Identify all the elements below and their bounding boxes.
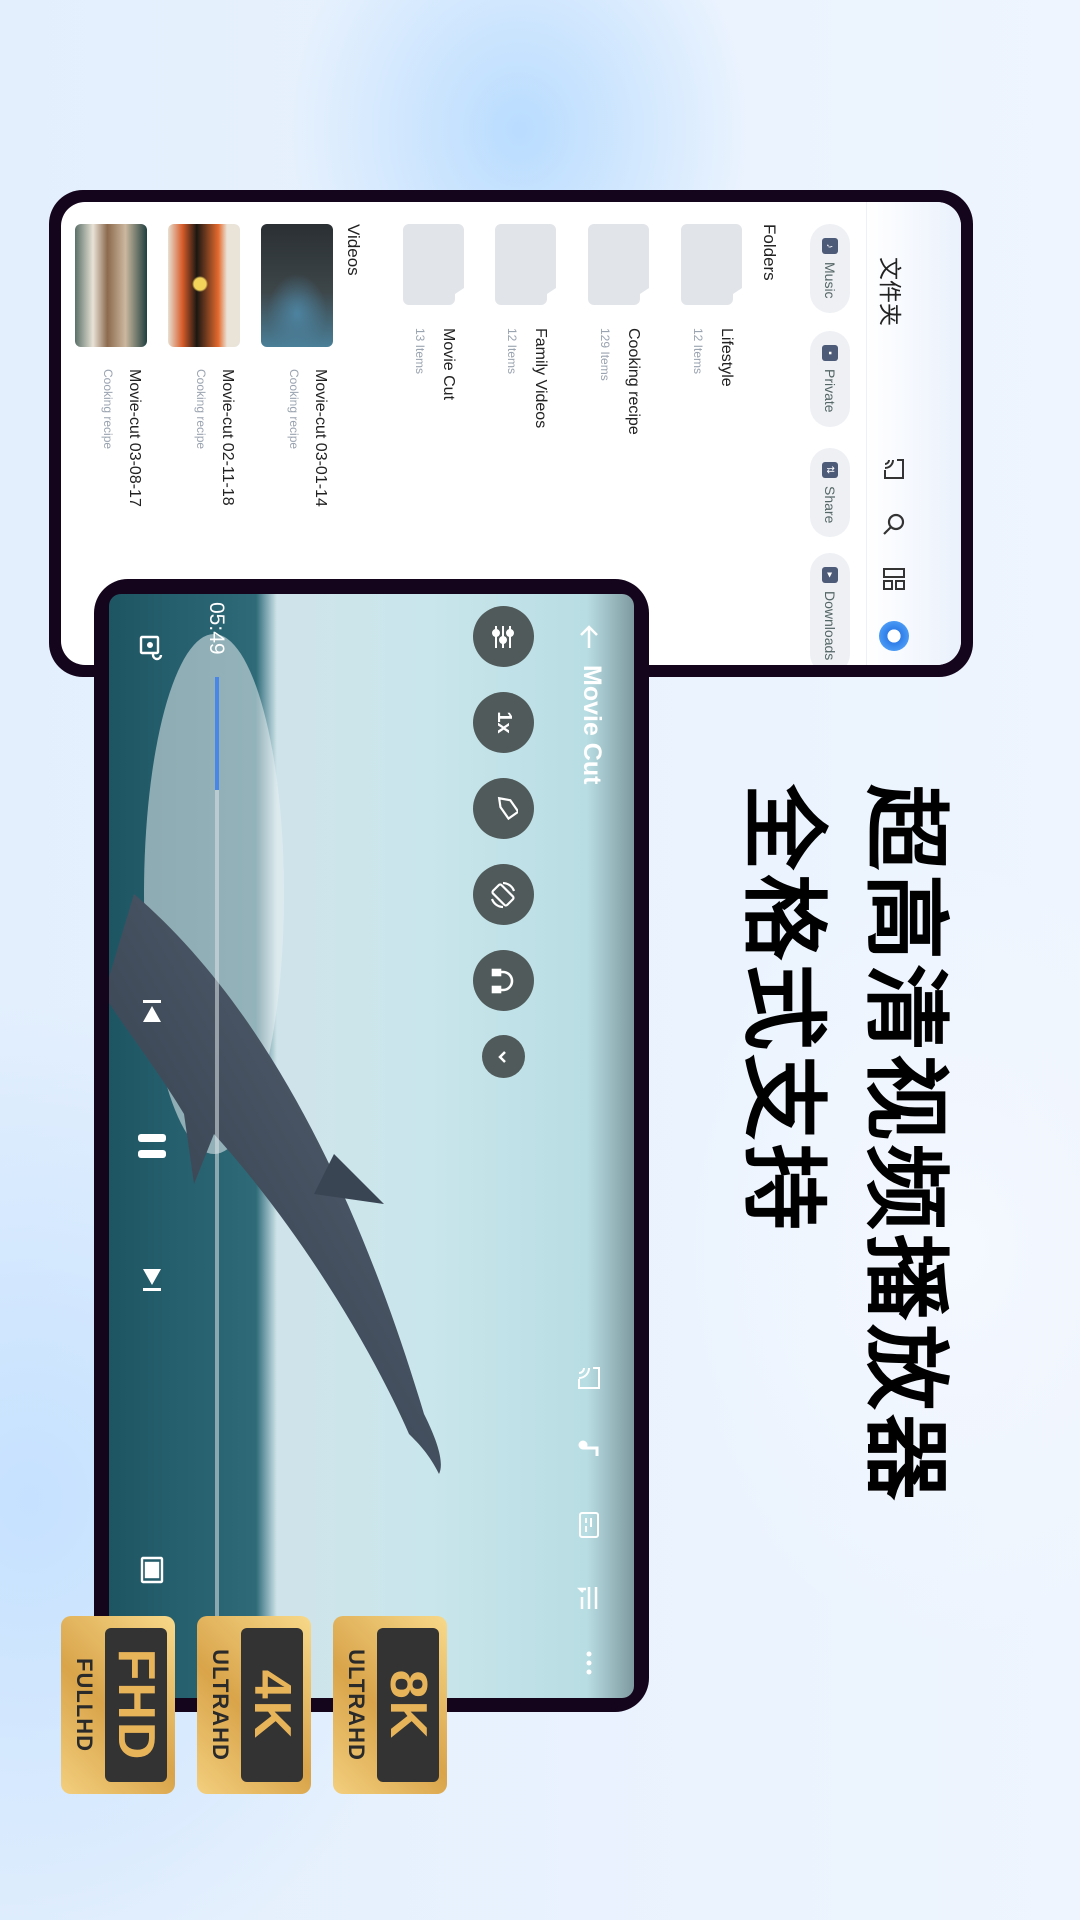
equalizer-icon: [492, 625, 515, 648]
badge-big: FHD: [105, 1628, 167, 1782]
badge-big: 8K: [377, 1628, 439, 1782]
expand-button[interactable]: [482, 1035, 525, 1078]
videos-heading: Videos: [344, 224, 363, 276]
previous-icon[interactable]: [137, 996, 167, 1026]
headline-line-2: 全格式支持: [733, 784, 833, 1234]
folder-name: Family Videos: [532, 328, 549, 429]
progress-bar[interactable]: [215, 677, 219, 1616]
music-icon: ♪: [822, 238, 838, 254]
cast-icon[interactable]: [881, 456, 907, 482]
video-folder: Cooking recipe: [287, 369, 301, 450]
progress-fill: [215, 677, 219, 790]
playlist-icon[interactable]: [574, 1583, 604, 1613]
subtitles-icon[interactable]: [574, 1510, 604, 1540]
folders-heading: Folders: [760, 224, 779, 281]
aspect-ratio-icon[interactable]: [137, 1555, 167, 1585]
folder-count: 13 Items: [413, 328, 427, 375]
folder-icon: [403, 224, 464, 305]
folder-name: Cooking recipe: [625, 328, 642, 435]
video-thumbnail: [261, 224, 333, 347]
music-icon[interactable]: [574, 1436, 604, 1466]
headphones-icon: [492, 968, 514, 993]
share-icon: ⇅: [822, 462, 838, 478]
pause-icon[interactable]: [134, 1128, 170, 1164]
video-surface[interactable]: Movie Cut 1x 05:49: [109, 594, 634, 1698]
lock-icon[interactable]: [137, 632, 167, 662]
current-time: 05:49: [205, 602, 228, 655]
video-title: Movie-cut 03-01-14: [312, 369, 329, 507]
search-icon[interactable]: [881, 511, 907, 537]
folder-name: Lifestyle: [718, 328, 735, 387]
headline-line-1: 超高清视频播放器: [855, 784, 955, 1504]
next-icon[interactable]: [137, 1265, 167, 1295]
chip-label: Music: [822, 262, 838, 299]
badge-small: ULTRAHD: [208, 1649, 233, 1761]
chip-music[interactable]: ♪ Music: [810, 224, 850, 313]
dolphin-image: [109, 634, 441, 1474]
folder-icon: [588, 224, 649, 305]
chip-label: Private: [822, 369, 838, 413]
avatar[interactable]: [879, 621, 909, 651]
grid-view-icon[interactable]: [881, 566, 907, 592]
badge-fhd: FHD FULLHD: [61, 1616, 175, 1794]
folder-count: 12 Items: [505, 328, 519, 375]
badge-big: 4K: [241, 1628, 303, 1782]
more-icon[interactable]: [574, 1648, 604, 1678]
chevron-down-icon: [498, 1050, 507, 1063]
equalizer-button[interactable]: [473, 606, 534, 667]
chip-label: Share: [822, 486, 838, 524]
page-title: 文件夹: [877, 257, 903, 326]
video-title: Movie Cut: [578, 665, 606, 785]
video-thumbnail: [75, 224, 147, 347]
back-arrow-icon[interactable]: [574, 622, 604, 652]
bookmark-icon: [498, 796, 519, 820]
video-title: Movie-cut 03-08-17: [126, 369, 143, 507]
chip-share[interactable]: ⇅ Share: [810, 448, 850, 538]
lock-icon: ▪: [822, 345, 838, 361]
badge-8k: 8K ULTRAHD: [333, 1616, 447, 1794]
folder-name: Movie Cut: [440, 328, 457, 401]
header-bar: 文件夹: [866, 202, 961, 665]
rotate-icon: [491, 881, 516, 908]
download-icon: ▸: [822, 567, 838, 583]
cast-icon[interactable]: [574, 1363, 604, 1393]
headphones-button[interactable]: [473, 950, 534, 1011]
video-folder: Cooking recipe: [101, 369, 115, 450]
folder-icon: [681, 224, 742, 305]
video-player-phone: Movie Cut 1x 05:49: [94, 579, 649, 1712]
folder-icon: [495, 224, 556, 305]
rotate-button[interactable]: [473, 864, 534, 925]
video-title: Movie-cut 02-11-18: [219, 369, 236, 506]
chip-label: Downloads: [822, 591, 838, 661]
badge-small: FULLHD: [72, 1658, 97, 1752]
folder-count: 129 Items: [598, 328, 612, 381]
chip-private[interactable]: ▪ Private: [810, 331, 850, 427]
badge-4k: 4K ULTRAHD: [197, 1616, 311, 1794]
speed-button[interactable]: 1x: [473, 692, 534, 753]
video-thumbnail: [168, 224, 240, 347]
video-folder: Cooking recipe: [194, 369, 208, 450]
folder-count: 12 Items: [691, 328, 705, 375]
chip-downloads[interactable]: ▸ Downloads: [810, 553, 850, 665]
promo-stage: 超高清视频播放器 全格式支持 文件夹 ♪ Music ▪ Private ⇅ Shar…: [0, 0, 1080, 1920]
badge-small: ULTRAHD: [344, 1649, 369, 1761]
bookmark-button[interactable]: [473, 778, 534, 839]
